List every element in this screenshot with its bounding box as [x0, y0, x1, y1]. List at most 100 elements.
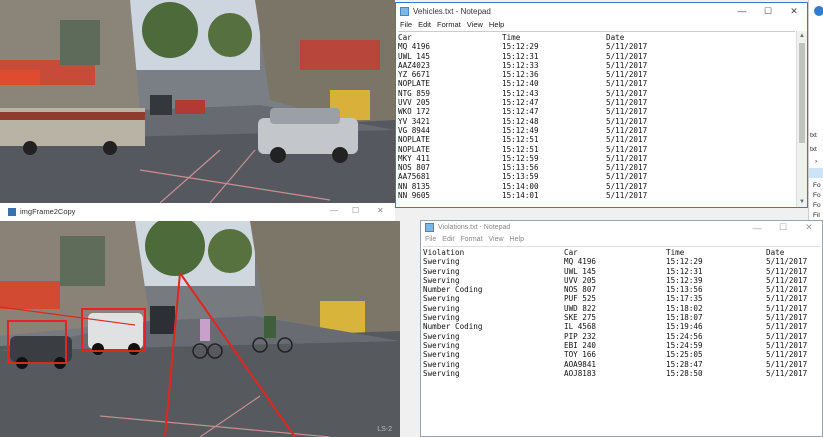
menu-edit[interactable]: Edit [442, 236, 454, 243]
header-car: Car [398, 33, 412, 42]
side-item-1[interactable]: txt [810, 132, 817, 139]
vehicles-scrollbar[interactable]: ▲ ▼ [796, 31, 807, 207]
violations-notepad-window[interactable]: Violations.txt - Notepad — ☐ ✕ File Edit… [420, 220, 823, 437]
vehicle-row: NOPLATE 15:12:51 5/11/2017 [398, 135, 795, 144]
close-button[interactable]: ✕ [781, 3, 807, 19]
violation-type: Swerving [423, 257, 460, 267]
side-selected[interactable] [809, 168, 823, 178]
menu-help[interactable]: Help [489, 20, 504, 29]
violation-car: PUF 525 [564, 294, 597, 304]
minimize-icon[interactable]: — [330, 206, 338, 215]
violation-car: EBI 240 [564, 340, 597, 350]
vehicle-car: MQ 4196 [398, 42, 431, 52]
vehicle-time: 15:12:40 [502, 79, 539, 89]
violation-row: Swerving TOY 166 15:25:05 5/11/2017 [423, 350, 820, 359]
menu-format[interactable]: Format [437, 20, 461, 29]
menu-view[interactable]: View [489, 236, 504, 243]
vehicle-car: VG 8944 [398, 125, 431, 135]
vehicle-time: 15:12:47 [502, 98, 539, 108]
scroll-up-icon[interactable]: ▲ [797, 31, 807, 41]
violation-type: Swerving [423, 275, 460, 285]
violation-car: UWD 822 [564, 303, 597, 313]
violation-date: 5/11/2017 [766, 368, 808, 378]
vehicle-time: 15:14:01 [502, 191, 539, 201]
violation-car: TOY 166 [564, 350, 597, 360]
vehicle-car: MKY 411 [398, 153, 431, 163]
vehicle-date: 5/11/2017 [606, 163, 648, 173]
menu-file[interactable]: File [425, 236, 436, 243]
vehicle-row: NOS 807 15:13:56 5/11/2017 [398, 163, 795, 172]
chevron-right-icon[interactable]: › [815, 158, 817, 165]
vehicle-row: WKO 172 15:12:47 5/11/2017 [398, 107, 795, 116]
violation-car: AOJ8183 [564, 368, 597, 378]
side-item-2[interactable]: txt [810, 146, 817, 153]
violation-date: 5/11/2017 [766, 257, 808, 267]
violation-row: Swerving PIP 232 15:24:56 5/11/2017 [423, 332, 820, 341]
violation-car: PIP 232 [564, 331, 597, 341]
vehicle-date: 5/11/2017 [606, 51, 648, 61]
vehicles-notepad-window[interactable]: Vehicles.txt - Notepad — ☐ ✕ File Edit F… [395, 2, 808, 208]
side-item-3[interactable]: Fo [813, 182, 821, 189]
violation-car: UWL 145 [564, 266, 597, 276]
violation-date: 5/11/2017 [766, 303, 808, 313]
vehicle-row: NOPLATE 15:12:51 5/11/2017 [398, 145, 795, 154]
violations-titlebar[interactable]: Violations.txt - Notepad — ☐ ✕ [421, 221, 822, 234]
violation-time: 15:13:56 [666, 285, 703, 295]
notepad-icon [425, 223, 434, 232]
vehicle-car: WKO 172 [398, 107, 431, 117]
violation-time: 15:18:07 [666, 313, 703, 323]
menu-edit[interactable]: Edit [418, 20, 431, 29]
violations-text-area[interactable]: Violation Car Time Date Swerving MQ 4196 1… [423, 246, 820, 436]
vehicle-row: NTG 859 15:12:43 5/11/2017 [398, 89, 795, 98]
vehicle-car: NN 9605 [398, 191, 431, 201]
scroll-thumb[interactable] [799, 43, 805, 143]
violation-type: Swerving [423, 350, 460, 360]
violation-row: Swerving EBI 240 15:24:59 5/11/2017 [423, 341, 820, 350]
violation-type: Swerving [423, 266, 460, 276]
vehicles-menubar: File Edit Format View Help [396, 19, 807, 30]
imgframe-window-titlebar[interactable]: imgFrame2Copy — ☐ ✕ [0, 203, 395, 222]
maximize-button[interactable]: ☐ [770, 221, 796, 234]
vehicle-time: 15:13:59 [502, 172, 539, 182]
vehicles-text-area[interactable]: Car Time Date MQ 4196 15:12:29 5/11/2017 UW… [398, 31, 795, 207]
explorer-badge-icon [814, 6, 823, 16]
side-item-4[interactable]: Fo [813, 192, 821, 199]
violation-date: 5/11/2017 [766, 266, 808, 276]
vehicle-date: 5/11/2017 [606, 172, 648, 182]
violation-time: 15:25:05 [666, 350, 703, 360]
menu-view[interactable]: View [467, 20, 483, 29]
menu-help[interactable]: Help [510, 236, 524, 243]
violation-type: Swerving [423, 359, 460, 369]
violation-type: Swerving [423, 368, 460, 378]
maximize-icon[interactable]: ☐ [352, 206, 359, 215]
violation-type: Swerving [423, 303, 460, 313]
violation-car: MQ 4196 [564, 257, 597, 267]
vehicle-time: 15:12:31 [502, 51, 539, 61]
file-explorer-edge: txt txt › Fo Fo Fo Fil [808, 0, 823, 220]
violation-time: 15:28:47 [666, 359, 703, 369]
violation-time: 15:18:02 [666, 303, 703, 313]
minimize-button[interactable]: — [729, 3, 755, 19]
violation-row: Swerving PUF 525 15:17:35 5/11/2017 [423, 294, 820, 303]
vehicle-car: NN 8135 [398, 181, 431, 191]
vehicles-titlebar[interactable]: Vehicles.txt - Notepad — ☐ ✕ [396, 3, 807, 19]
violation-type: Swerving [423, 294, 460, 304]
scroll-down-icon[interactable]: ▼ [797, 197, 807, 207]
close-button[interactable]: ✕ [796, 221, 822, 234]
maximize-button[interactable]: ☐ [755, 3, 781, 19]
violation-car: NOS 807 [564, 285, 597, 295]
violation-type: Swerving [423, 331, 460, 341]
vehicle-time: 15:12:29 [502, 42, 539, 52]
side-item-5[interactable]: Fo [813, 202, 821, 209]
vehicle-date: 5/11/2017 [606, 191, 648, 201]
close-icon[interactable]: ✕ [377, 206, 384, 215]
vehicle-date: 5/11/2017 [606, 98, 648, 108]
side-item-6[interactable]: Fil [813, 212, 820, 219]
violation-car: AOA9841 [564, 359, 597, 369]
menu-format[interactable]: Format [460, 236, 482, 243]
vehicle-date: 5/11/2017 [606, 79, 648, 89]
minimize-button[interactable]: — [744, 221, 770, 234]
vehicle-car: NOPLATE [398, 144, 431, 154]
violation-type: Swerving [423, 313, 460, 323]
menu-file[interactable]: File [400, 20, 412, 29]
